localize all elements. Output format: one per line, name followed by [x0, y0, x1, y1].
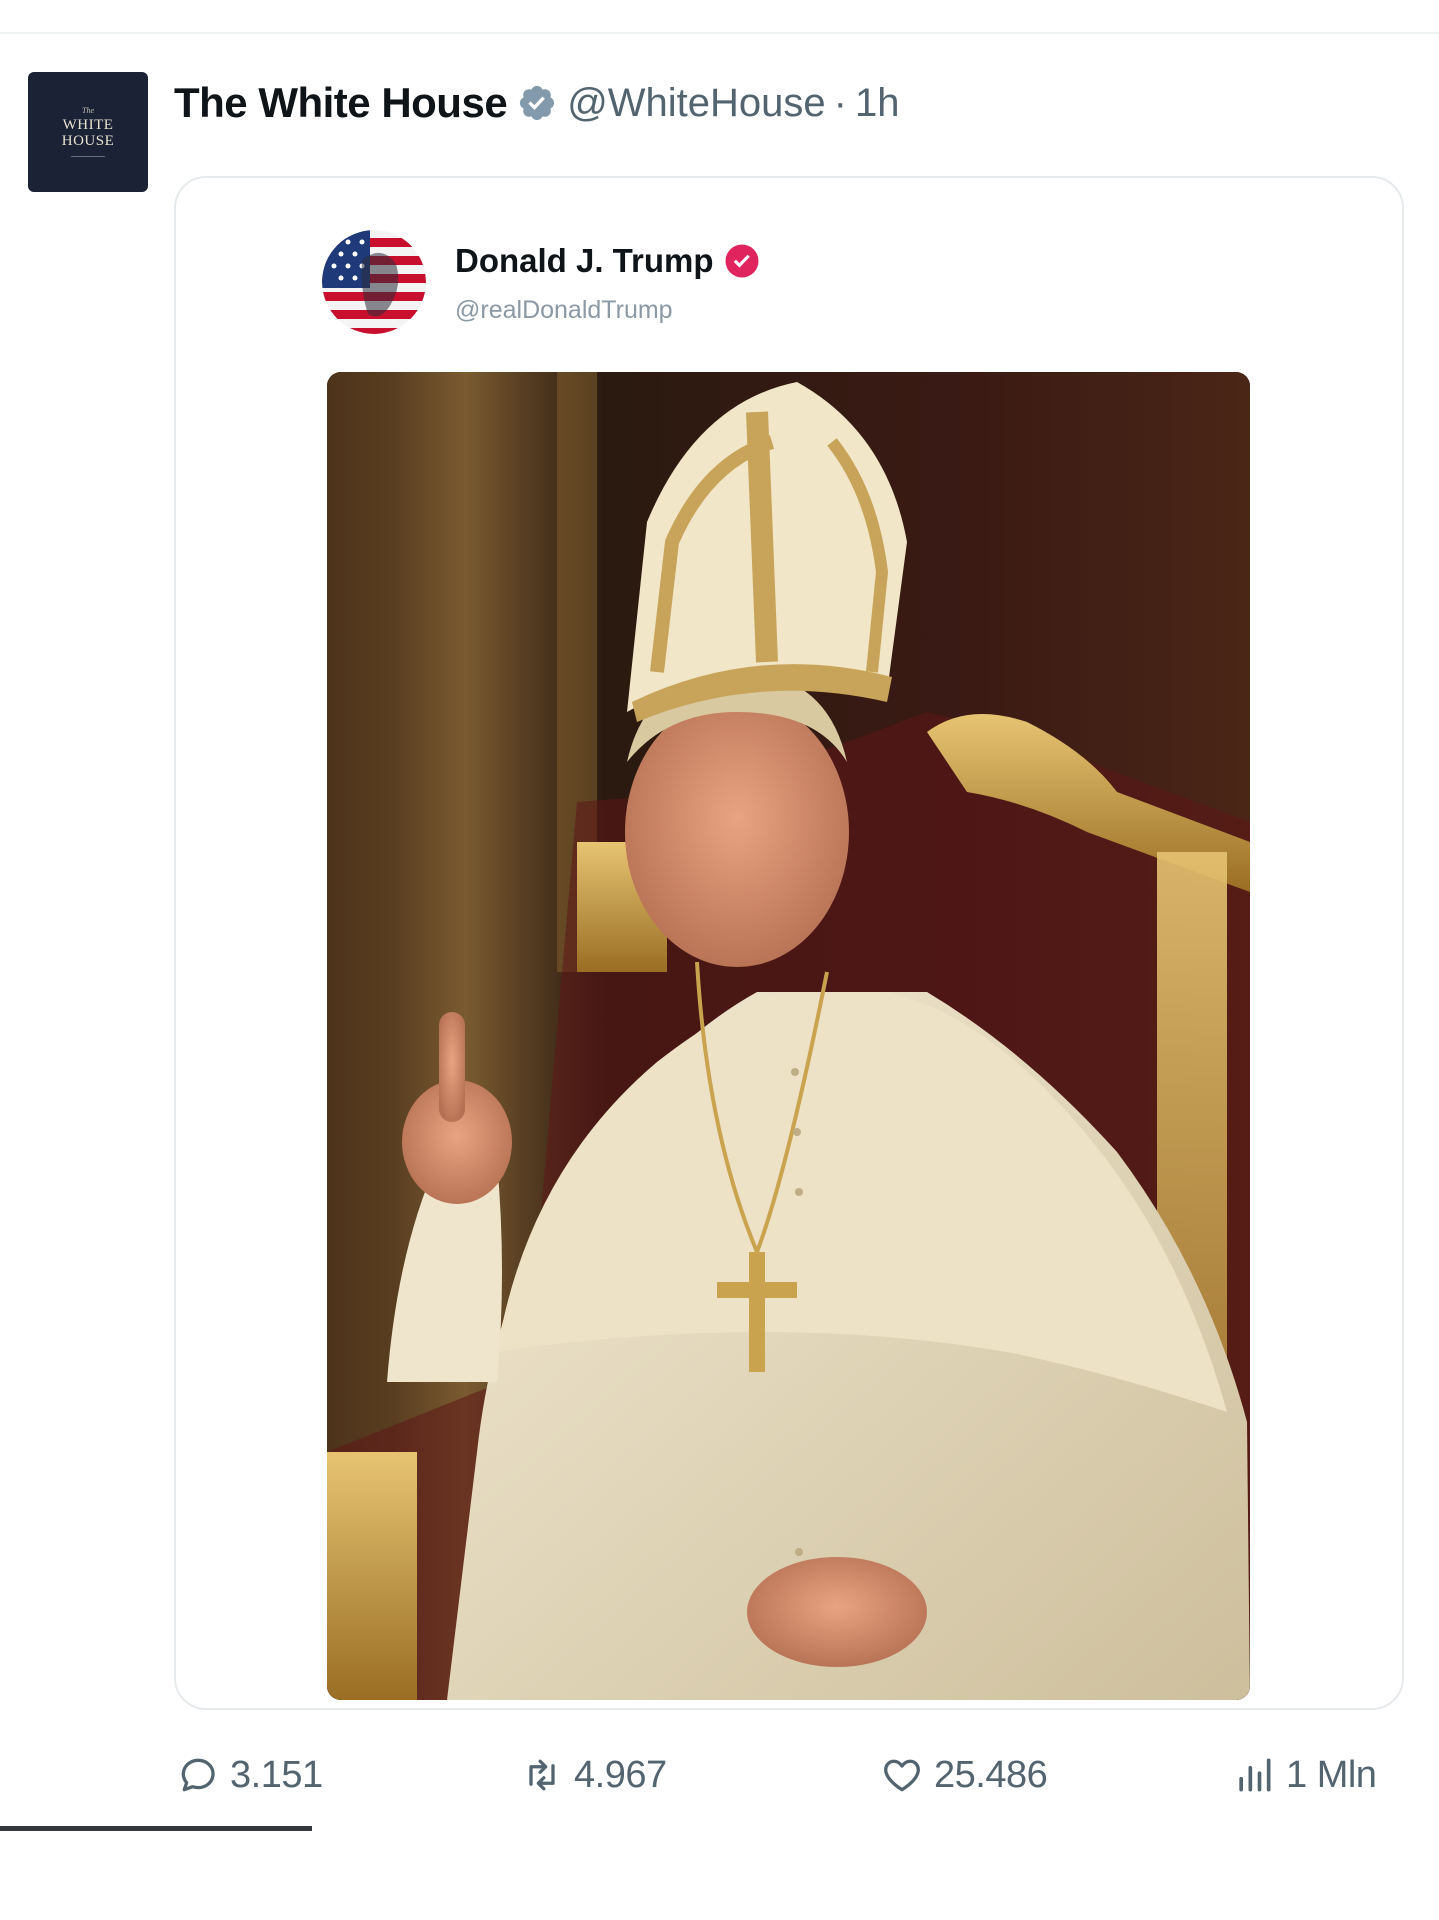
like-button[interactable]: 25.486 — [880, 1745, 1048, 1805]
quoted-author-row: Donald J. Trump — [455, 242, 760, 280]
time-separator: · — [833, 80, 847, 125]
reply-count: 3.151 — [230, 1753, 323, 1796]
repost-button[interactable]: 4.967 — [520, 1745, 667, 1805]
views-button[interactable]: 1 Mln — [1232, 1745, 1377, 1805]
author-handle[interactable]: @WhiteHouse — [567, 81, 825, 126]
avatar-text-line2: HOUSE — [61, 133, 115, 150]
verified-badge-icon[interactable] — [517, 83, 557, 123]
like-count: 25.486 — [934, 1753, 1048, 1796]
whitehouse-avatar[interactable]: The WHITE HOUSE — [28, 72, 148, 192]
reply-icon — [181, 1758, 215, 1792]
author-name[interactable]: The White House — [174, 79, 508, 127]
verified-badge-icon[interactable] — [724, 243, 760, 279]
avatar-text-line1: WHITE — [62, 117, 114, 134]
quoted-author-avatar[interactable] — [322, 230, 426, 334]
heart-icon — [884, 1759, 920, 1792]
views-count: 1 Mln — [1286, 1753, 1377, 1796]
top-divider — [0, 32, 1439, 34]
quoted-author-handle[interactable]: @realDonaldTrump — [455, 296, 673, 325]
avatar-text-top: The — [82, 106, 94, 116]
post-time[interactable]: 1h — [855, 81, 900, 126]
post-header: The White House @WhiteHouse · 1h — [174, 74, 900, 132]
repost-icon — [529, 1759, 555, 1791]
views-chart-icon — [1239, 1758, 1271, 1792]
reply-button[interactable]: 3.151 — [176, 1745, 323, 1805]
quoted-author-name[interactable]: Donald J. Trump — [455, 242, 714, 280]
repost-count: 4.967 — [574, 1753, 667, 1796]
post-actions: 3.151 4.967 25.486 1 Mln — [0, 1745, 1439, 1805]
quoted-post-image[interactable] — [327, 372, 1250, 1700]
active-tab-indicator — [0, 1826, 312, 1831]
avatar-rule — [71, 155, 105, 157]
